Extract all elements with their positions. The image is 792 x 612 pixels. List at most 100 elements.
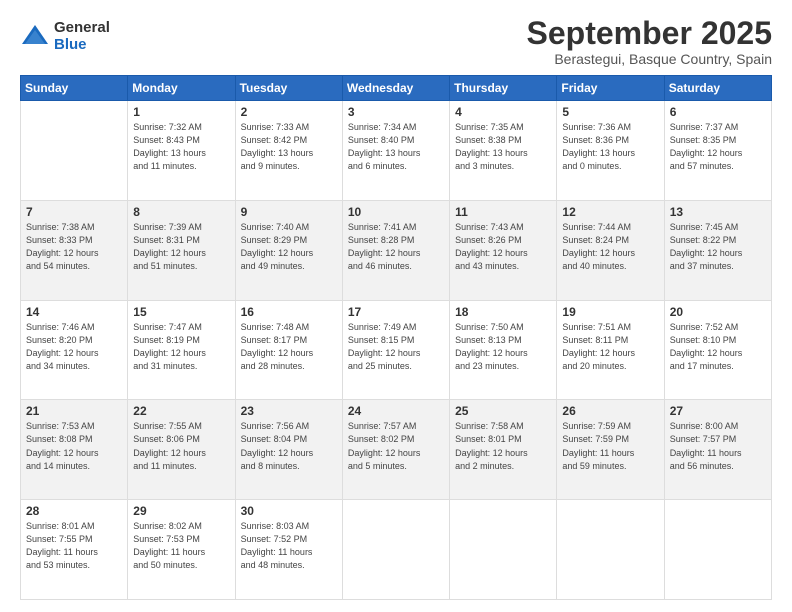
day-info: Sunrise: 7:46 AM Sunset: 8:20 PM Dayligh… [26,321,122,373]
day-number: 17 [348,305,444,319]
day-info: Sunrise: 8:02 AM Sunset: 7:53 PM Dayligh… [133,520,229,572]
day-number: 11 [455,205,551,219]
logo-blue-text: Blue [54,37,110,54]
table-row: 22Sunrise: 7:55 AM Sunset: 8:06 PM Dayli… [128,400,235,500]
table-row [664,500,771,600]
table-row: 12 Sunrise: 7:44 AM Sunset: 8:24 PM Dayli… [557,200,664,300]
day-info: Sunrise: 7:56 AM Sunset: 8:04 PM Dayligh… [241,420,337,472]
table-row [21,101,128,201]
table-row: 7Sunrise: 7:38 AM Sunset: 8:33 PM Daylig… [21,200,128,300]
table-row: 10 Sunrise: 7:41 AM Sunset: 8:28 PM Dayli… [342,200,449,300]
table-row: 25 Sunrise: 7:58 AM Sunset: 8:01 PM Dayli… [450,400,557,500]
day-info: Sunrise: 7:34 AM Sunset: 8:40 PM Dayligh… [348,121,444,173]
day-number: 14 [26,305,122,319]
day-number: 13 [670,205,766,219]
day-info: Sunrise: 7:58 AM Sunset: 8:01 PM Dayligh… [455,420,551,472]
table-row: 21 Sunrise: 7:53 AM Sunset: 8:08 PM Dayli… [21,400,128,500]
table-row: 5 Sunrise: 7:36 AM Sunset: 8:36 PM Daylig… [557,101,664,201]
table-row: 19 Sunrise: 7:51 AM Sunset: 8:11 PM Dayli… [557,300,664,400]
day-number: 20 [670,305,766,319]
table-row: 1Sunrise: 7:32 AM Sunset: 8:43 PM Daylig… [128,101,235,201]
day-number: 2 [241,105,337,119]
day-number: 10 [348,205,444,219]
day-number: 27 [670,404,766,418]
day-number: 15 [133,305,229,319]
weekday-header-tuesday: Tuesday [235,76,342,101]
weekday-header-saturday: Saturday [664,76,771,101]
day-info: Sunrise: 7:50 AM Sunset: 8:13 PM Dayligh… [455,321,551,373]
day-info: Sunrise: 7:57 AM Sunset: 8:02 PM Dayligh… [348,420,444,472]
day-info: Sunrise: 8:01 AM Sunset: 7:55 PM Dayligh… [26,520,122,572]
table-row: 28 Sunrise: 8:01 AM Sunset: 7:55 PM Dayli… [21,500,128,600]
table-row: 29 Sunrise: 8:02 AM Sunset: 7:53 PM Dayli… [128,500,235,600]
weekday-header-friday: Friday [557,76,664,101]
day-number: 5 [562,105,658,119]
day-info: Sunrise: 7:47 AM Sunset: 8:19 PM Dayligh… [133,321,229,373]
day-number: 21 [26,404,122,418]
day-number: 23 [241,404,337,418]
logo-general-text: General [54,20,110,37]
day-number: 16 [241,305,337,319]
table-row: 13 Sunrise: 7:45 AM Sunset: 8:22 PM Dayli… [664,200,771,300]
day-number: 25 [455,404,551,418]
table-row: 18 Sunrise: 7:50 AM Sunset: 8:13 PM Dayli… [450,300,557,400]
day-number: 9 [241,205,337,219]
weekday-header-sunday: Sunday [21,76,128,101]
day-number: 26 [562,404,658,418]
weekday-header-monday: Monday [128,76,235,101]
day-number: 1 [133,105,229,119]
day-info: Sunrise: 7:39 AM Sunset: 8:31 PM Dayligh… [133,221,229,273]
day-number: 12 [562,205,658,219]
day-number: 19 [562,305,658,319]
day-number: 29 [133,504,229,518]
table-row: 17 Sunrise: 7:49 AM Sunset: 8:15 PM Dayli… [342,300,449,400]
table-row: 24 Sunrise: 7:57 AM Sunset: 8:02 PM Dayli… [342,400,449,500]
day-info: Sunrise: 7:41 AM Sunset: 8:28 PM Dayligh… [348,221,444,273]
table-row: 14 Sunrise: 7:46 AM Sunset: 8:20 PM Dayli… [21,300,128,400]
day-number: 6 [670,105,766,119]
calendar-table: SundayMondayTuesdayWednesdayThursdayFrid… [20,75,772,600]
day-info: Sunrise: 7:37 AM Sunset: 8:35 PM Dayligh… [670,121,766,173]
logo-icon [20,22,50,52]
day-info: Sunrise: 7:35 AM Sunset: 8:38 PM Dayligh… [455,121,551,173]
table-row: 27 Sunrise: 8:00 AM Sunset: 7:57 PM Dayli… [664,400,771,500]
table-row: 2 Sunrise: 7:33 AM Sunset: 8:42 PM Daylig… [235,101,342,201]
day-info: Sunrise: 7:49 AM Sunset: 8:15 PM Dayligh… [348,321,444,373]
title-section: September 2025 Berastegui, Basque Countr… [527,16,772,67]
table-row: 30Sunrise: 8:03 AM Sunset: 7:52 PM Dayli… [235,500,342,600]
day-info: Sunrise: 7:44 AM Sunset: 8:24 PM Dayligh… [562,221,658,273]
month-title: September 2025 [527,16,772,51]
table-row: 16 Sunrise: 7:48 AM Sunset: 8:17 PM Dayli… [235,300,342,400]
weekday-header-thursday: Thursday [450,76,557,101]
table-row: 26Sunrise: 7:59 AM Sunset: 7:59 PM Dayli… [557,400,664,500]
table-row: 15 Sunrise: 7:47 AM Sunset: 8:19 PM Dayli… [128,300,235,400]
day-info: Sunrise: 8:03 AM Sunset: 7:52 PM Dayligh… [241,520,337,572]
table-row: 4 Sunrise: 7:35 AM Sunset: 8:38 PM Daylig… [450,101,557,201]
day-info: Sunrise: 7:43 AM Sunset: 8:26 PM Dayligh… [455,221,551,273]
day-info: Sunrise: 7:33 AM Sunset: 8:42 PM Dayligh… [241,121,337,173]
table-row [557,500,664,600]
day-number: 18 [455,305,551,319]
day-info: Sunrise: 7:38 AM Sunset: 8:33 PM Dayligh… [26,221,122,273]
day-number: 24 [348,404,444,418]
location-subtitle: Berastegui, Basque Country, Spain [527,51,772,67]
table-row: 11 Sunrise: 7:43 AM Sunset: 8:26 PM Dayli… [450,200,557,300]
day-info: Sunrise: 7:45 AM Sunset: 8:22 PM Dayligh… [670,221,766,273]
day-number: 3 [348,105,444,119]
table-row: 20 Sunrise: 7:52 AM Sunset: 8:10 PM Dayli… [664,300,771,400]
day-number: 22 [133,404,229,418]
day-info: Sunrise: 7:52 AM Sunset: 8:10 PM Dayligh… [670,321,766,373]
day-info: Sunrise: 7:48 AM Sunset: 8:17 PM Dayligh… [241,321,337,373]
day-info: Sunrise: 7:53 AM Sunset: 8:08 PM Dayligh… [26,420,122,472]
table-row [342,500,449,600]
day-info: Sunrise: 7:51 AM Sunset: 8:11 PM Dayligh… [562,321,658,373]
logo: General Blue [20,20,110,53]
table-row: 23 Sunrise: 7:56 AM Sunset: 8:04 PM Dayli… [235,400,342,500]
day-info: Sunrise: 8:00 AM Sunset: 7:57 PM Dayligh… [670,420,766,472]
table-row [450,500,557,600]
day-info: Sunrise: 7:40 AM Sunset: 8:29 PM Dayligh… [241,221,337,273]
day-info: Sunrise: 7:36 AM Sunset: 8:36 PM Dayligh… [562,121,658,173]
day-number: 4 [455,105,551,119]
day-number: 28 [26,504,122,518]
table-row: 6 Sunrise: 7:37 AM Sunset: 8:35 PM Daylig… [664,101,771,201]
